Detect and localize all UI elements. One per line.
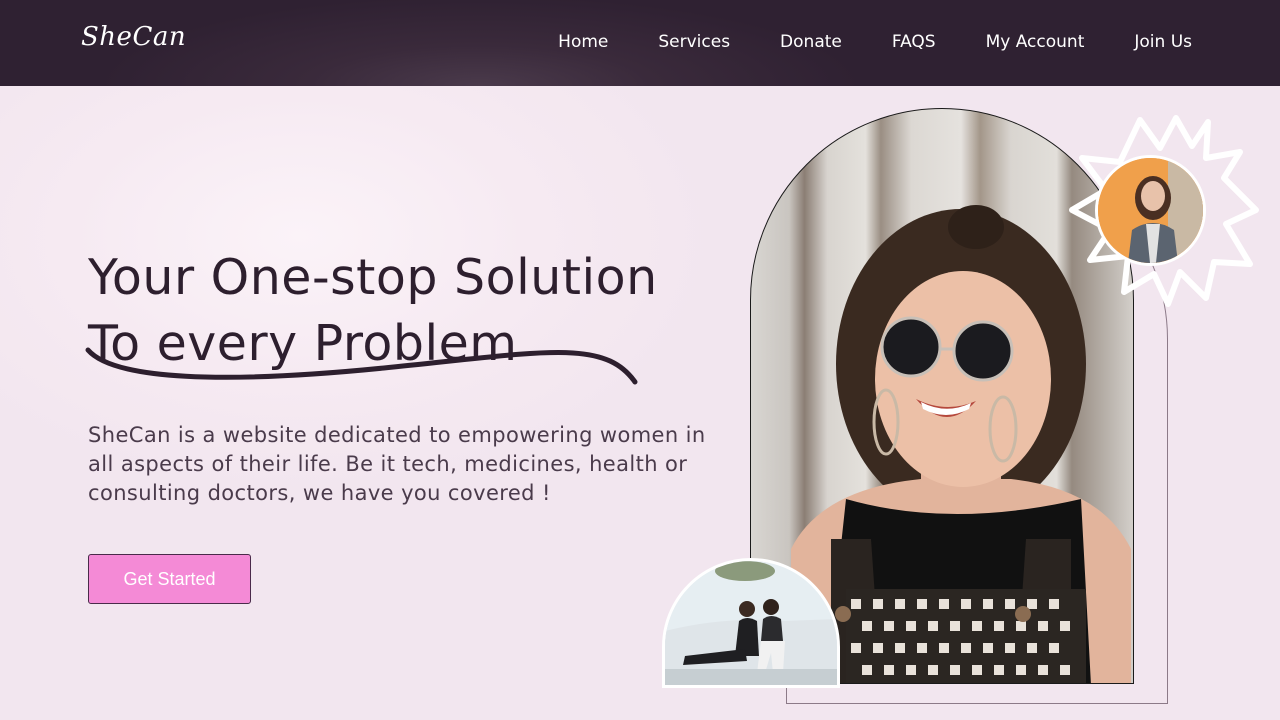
logo[interactable]: SheCan bbox=[81, 22, 186, 52]
hero-title-line-1: Your One-stop Solution bbox=[88, 248, 658, 306]
avatar-woman-portrait bbox=[1095, 155, 1206, 266]
nav-link-services[interactable]: Services bbox=[658, 32, 730, 52]
nav-link-faqs[interactable]: FAQS bbox=[892, 32, 936, 52]
get-started-button[interactable]: Get Started bbox=[88, 554, 251, 604]
hero-description: SheCan is a website dedicated to empower… bbox=[88, 423, 706, 505]
navbar: SheCan Home Services Donate FAQS My Acco… bbox=[0, 0, 1280, 86]
nav-link-home[interactable]: Home bbox=[558, 32, 608, 52]
nav-link-join-us[interactable]: Join Us bbox=[1134, 32, 1192, 52]
nav-link-my-account[interactable]: My Account bbox=[986, 32, 1085, 52]
underline-swoosh bbox=[85, 347, 638, 385]
nav-link-donate[interactable]: Donate bbox=[780, 32, 842, 52]
nav-links: Home Services Donate FAQS My Account Joi… bbox=[558, 32, 1192, 52]
portrait-illustration bbox=[1098, 158, 1203, 263]
